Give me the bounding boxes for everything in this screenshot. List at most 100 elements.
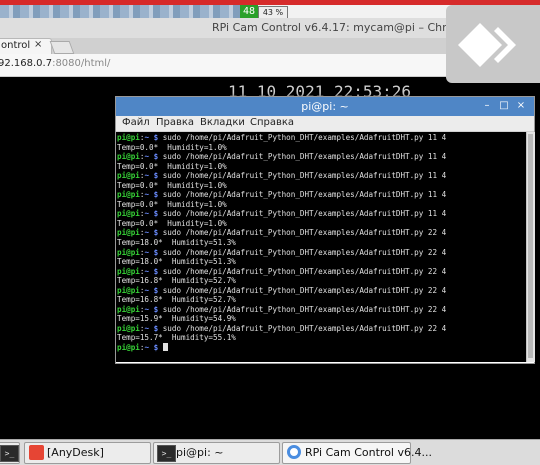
prompt-symbol: $ (149, 343, 163, 353)
output-text: Temp=16.8* Humidity=52.7% (117, 276, 236, 286)
terminal-command-line: pi@pi:~ $ sudo /home/pi/Adafruit_Python_… (117, 171, 525, 181)
browser-tab[interactable]: ontrol × (0, 38, 52, 55)
taskbar-label: [AnyDesk] (47, 446, 104, 459)
window-thumbnails (0, 5, 240, 18)
terminal-command-line: pi@pi:~ $ sudo /home/pi/Adafruit_Python_… (117, 267, 525, 277)
taskbar-item-terminal[interactable]: >_ pi@pi: ~ (153, 442, 280, 464)
prompt-symbol: $ (149, 190, 163, 200)
prompt-symbol: $ (149, 285, 163, 295)
terminal-output-line: Temp=0.0* Humidity=1.0% (117, 219, 525, 229)
terminal-command-line: pi@pi:~ $ sudo /home/pi/Adafruit_Python_… (117, 248, 525, 258)
menu-file[interactable]: Файл (122, 117, 150, 128)
prompt-user: pi@pi (117, 343, 140, 353)
new-tab-button[interactable] (49, 41, 75, 54)
prompt-symbol: $ (149, 266, 163, 276)
terminal-output-line: Temp=15.9* Humidity=54.9% (117, 314, 525, 324)
anydesk-overlay[interactable] (446, 5, 540, 83)
prompt-symbol: $ (149, 133, 163, 142)
terminal-title: pi@pi: ~ (301, 100, 349, 113)
terminal-output-line: Temp=16.8* Humidity=52.7% (117, 276, 525, 286)
output-text: Temp=0.0* Humidity=1.0% (117, 180, 227, 190)
terminal-output-line: Temp=0.0* Humidity=1.0% (117, 162, 525, 172)
command-text: sudo /home/pi/Adafruit_Python_DHT/exampl… (162, 152, 447, 162)
terminal-command-line: pi@pi:~ $ sudo /home/pi/Adafruit_Python_… (117, 286, 525, 296)
prompt-symbol: $ (149, 228, 163, 238)
prompt-user: pi@pi (117, 304, 140, 314)
url-path: :8080/html/ (52, 58, 111, 69)
command-text: sudo /home/pi/Adafruit_Python_DHT/exampl… (162, 247, 447, 257)
prompt-symbol: $ (149, 152, 163, 162)
prompt-user: pi@pi (117, 285, 140, 295)
terminal-icon: >_ (0, 445, 19, 462)
anydesk-logo-icon (458, 23, 516, 67)
terminal-output-line: Temp=0.0* Humidity=1.0% (117, 181, 525, 191)
terminal-command-line: pi@pi:~ $ sudo /home/pi/Adafruit_Python_… (117, 209, 525, 219)
output-text: Temp=16.8* Humidity=52.7% (117, 295, 236, 305)
prompt-user: pi@pi (117, 190, 140, 200)
terminal-icon: >_ (157, 445, 176, 462)
output-text: Temp=0.0* Humidity=1.0% (117, 142, 227, 152)
prompt-user: pi@pi (117, 266, 140, 276)
taskbar-terminal-launcher[interactable]: >_ (0, 442, 20, 464)
terminal-command-line: pi@pi:~ $ sudo /home/pi/Adafruit_Python_… (117, 190, 525, 200)
taskbar-label: RPi Cam Control v6.4... (305, 446, 432, 459)
taskbar: >_ [AnyDesk] >_ pi@pi: ~ RPi Cam Control… (0, 439, 540, 465)
terminal-lines: pi@pi:~ $ sudo /home/pi/Adafruit_Python_… (116, 132, 526, 354)
menu-edit[interactable]: Правка (156, 117, 194, 128)
prompt-user: pi@pi (117, 133, 140, 142)
browser-window-title: RPi Cam Control v6.4.17: mycam@pi – Chro… (212, 21, 485, 34)
prompt-symbol: $ (149, 209, 163, 219)
taskbar-item-anydesk[interactable]: [AnyDesk] (24, 442, 151, 464)
prompt-user: pi@pi (117, 323, 140, 333)
terminal-output-line: Temp=16.8* Humidity=52.7% (117, 295, 525, 305)
terminal-output-line: Temp=18.0* Humidity=51.3% (117, 257, 525, 267)
output-text: Temp=15.9* Humidity=54.9% (117, 314, 236, 324)
text-cursor (162, 343, 168, 352)
browser-tab-label: ontrol (1, 40, 31, 51)
terminal-output-line: Temp=18.0* Humidity=51.3% (117, 238, 525, 248)
terminal-output-line: Temp=0.0* Humidity=1.0% (117, 200, 525, 210)
prompt-symbol: $ (149, 304, 163, 314)
terminal-command-line: pi@pi:~ $ sudo /home/pi/Adafruit_Python_… (117, 324, 525, 334)
terminal-output[interactable]: pi@pi:~ $ sudo /home/pi/Adafruit_Python_… (116, 132, 526, 362)
prompt-user: pi@pi (117, 152, 140, 162)
terminal-scrollbar[interactable] (526, 132, 535, 362)
menu-tabs[interactable]: Вкладки (200, 117, 245, 128)
command-text: sudo /home/pi/Adafruit_Python_DHT/exampl… (162, 323, 447, 333)
maximize-icon[interactable]: □ (497, 99, 511, 113)
anydesk-icon (29, 445, 44, 460)
output-text: Temp=0.0* Humidity=1.0% (117, 199, 227, 209)
terminal-title-bar[interactable]: pi@pi: ~ – □ × (116, 97, 534, 116)
terminal-menu-bar: Файл Правка Вкладки Справка (116, 116, 534, 132)
minimize-icon[interactable]: – (480, 99, 494, 113)
prompt-user: pi@pi (117, 209, 140, 219)
output-text: Temp=0.0* Humidity=1.0% (117, 161, 227, 171)
prompt-user: pi@pi (117, 247, 140, 257)
chromium-icon (287, 445, 301, 459)
output-text: Temp=18.0* Humidity=51.3% (117, 238, 236, 248)
prompt-symbol: $ (149, 323, 163, 333)
command-text: sudo /home/pi/Adafruit_Python_DHT/exampl… (162, 304, 447, 314)
prompt-symbol: $ (149, 247, 163, 257)
close-icon[interactable]: × (514, 99, 528, 113)
output-text: Temp=0.0* Humidity=1.0% (117, 218, 227, 228)
terminal-command-line: pi@pi:~ $ (117, 343, 525, 353)
cpu-monitor-value: 48 (240, 5, 259, 18)
terminal-command-line: pi@pi:~ $ sudo /home/pi/Adafruit_Python_… (117, 305, 525, 315)
taskbar-label: pi@pi: ~ (176, 446, 224, 459)
tab-close-icon[interactable]: × (34, 39, 42, 50)
menu-help[interactable]: Справка (250, 117, 294, 128)
taskbar-item-chromium[interactable]: RPi Cam Control v6.4... (282, 442, 432, 464)
url-text[interactable]: 92.168.0.7:8080/html/ (0, 58, 110, 69)
command-text: sudo /home/pi/Adafruit_Python_DHT/exampl… (162, 171, 447, 181)
prompt-symbol: $ (149, 171, 163, 181)
scrollbar-thumb[interactable] (528, 134, 533, 358)
command-text: sudo /home/pi/Adafruit_Python_DHT/exampl… (162, 266, 447, 276)
output-text: Temp=15.7* Humidity=55.1% (117, 333, 236, 343)
command-text: sudo /home/pi/Adafruit_Python_DHT/exampl… (162, 209, 447, 219)
terminal-window[interactable]: pi@pi: ~ – □ × Файл Правка Вкладки Справ… (115, 96, 535, 364)
terminal-command-line: pi@pi:~ $ sudo /home/pi/Adafruit_Python_… (117, 133, 525, 143)
command-text: sudo /home/pi/Adafruit_Python_DHT/exampl… (162, 133, 447, 142)
prompt-user: pi@pi (117, 171, 140, 181)
terminal-output-line: Temp=15.7* Humidity=55.1% (117, 333, 525, 343)
